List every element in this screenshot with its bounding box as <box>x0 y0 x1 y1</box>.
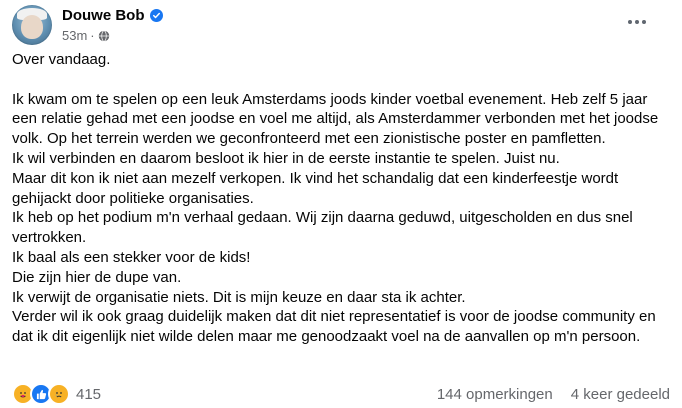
post-header: Douwe Bob 53m · <box>12 5 163 45</box>
avatar-face <box>21 15 43 39</box>
more-options-icon[interactable] <box>624 12 650 32</box>
dot <box>642 20 646 24</box>
post-line: Ik heb op het podium m'n verhaal gedaan.… <box>12 209 633 247</box>
dot <box>635 20 639 24</box>
post-line: Over vandaag. <box>12 51 111 68</box>
post-line: Maar dit kon ik niet aan mezelf verkopen… <box>12 169 619 207</box>
header-text: Douwe Bob 53m · <box>62 5 163 43</box>
shares-count[interactable]: 4 keer gedeeld <box>571 386 670 403</box>
author-row: Douwe Bob <box>62 6 163 25</box>
post-line: Die zijn hier de dupe van. <box>12 268 182 286</box>
post-line: Verder wil ik ook graag duidelijk maken … <box>12 308 656 346</box>
post-footer: 415 144 opmerkingen 4 keer gedeeld <box>12 383 670 405</box>
dot <box>628 20 632 24</box>
post-text: Over vandaag. Ik kwam om te spelen op ee… <box>12 50 672 347</box>
globe-icon[interactable] <box>98 29 110 42</box>
reaction-count[interactable]: 415 <box>76 386 101 403</box>
author-avatar[interactable] <box>12 5 52 45</box>
verified-badge-icon <box>149 9 163 22</box>
post-timestamp[interactable]: 53m <box>62 28 87 43</box>
sad-reaction-icon <box>48 383 70 405</box>
post-line: Ik wil verbinden en daarom besloot ik hi… <box>12 149 560 167</box>
post-stats: 144 opmerkingen 4 keer gedeeld <box>419 386 670 403</box>
meta-separator: · <box>90 28 95 43</box>
comments-count[interactable]: 144 opmerkingen <box>437 386 553 403</box>
post-line: Ik verwijt de organisatie niets. Dit is … <box>12 288 466 306</box>
author-name[interactable]: Douwe Bob <box>62 6 145 25</box>
post-line: Ik baal als een stekker voor de kids! <box>12 248 251 266</box>
reactions-summary[interactable]: 415 <box>12 383 101 405</box>
post-meta: 53m · <box>62 28 163 43</box>
post-line: Ik kwam om te spelen op een leuk Amsterd… <box>12 90 659 148</box>
